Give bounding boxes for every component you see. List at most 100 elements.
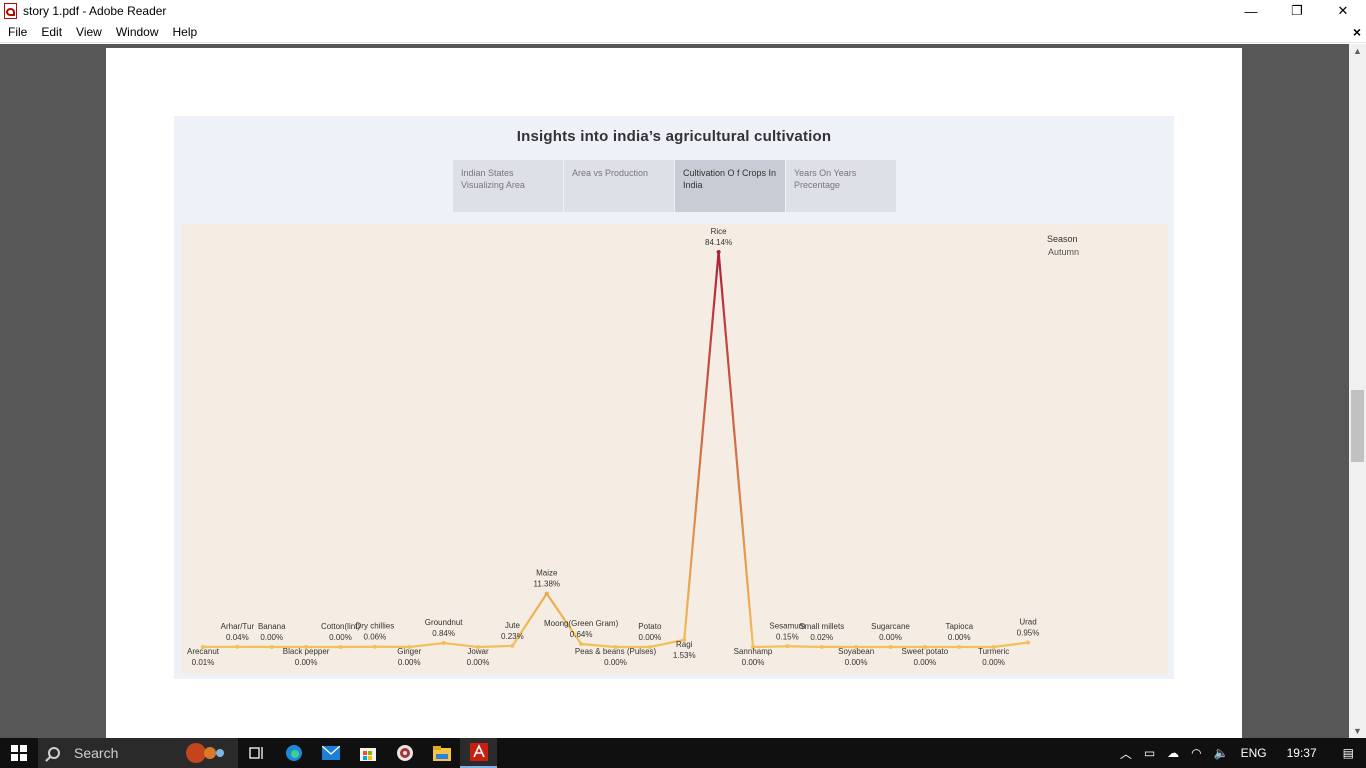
category-label: Small millets [799, 622, 844, 631]
cloud-icon[interactable]: ☁ [1161, 746, 1185, 760]
close-button[interactable]: ✕ [1320, 0, 1366, 22]
category-label: Urad [1019, 618, 1036, 627]
value-label: 1.53% [673, 651, 696, 660]
menu-help[interactable]: Help [167, 25, 204, 39]
category-label: Turmeric [978, 647, 1009, 656]
chevron-up-icon[interactable]: ︿ [1114, 745, 1138, 762]
value-label: 0.00% [260, 633, 283, 642]
taskbar-search[interactable]: Search [38, 738, 238, 768]
value-label: 0.00% [329, 633, 352, 642]
category-label: Soyabean [838, 647, 874, 656]
data-point[interactable] [338, 645, 343, 649]
data-point[interactable] [441, 641, 446, 646]
document-area[interactable]: Insights into india’s agricultural culti… [0, 44, 1349, 738]
season-filter-label: Season [1047, 234, 1078, 244]
tab-area-vs-production[interactable]: Area vs Production [564, 160, 674, 212]
menu-file[interactable]: File [2, 25, 33, 39]
story-tabs: Indian States Visualizing Area Area vs P… [453, 160, 897, 212]
edge-icon[interactable] [275, 738, 312, 768]
scroll-down-icon[interactable]: ▼ [1349, 726, 1366, 736]
chart-panel: Arecanut 0.01% Arhar/Tur 0.04% Banana 0.00% Bl… [181, 224, 1168, 674]
category-label: Banana [258, 622, 286, 631]
data-point[interactable] [579, 641, 584, 646]
value-label: 0.04% [226, 633, 249, 642]
tab-label: Indian States [461, 168, 514, 178]
data-point[interactable] [785, 644, 790, 649]
data-point[interactable] [544, 591, 549, 596]
category-label: Dry chillies [356, 622, 395, 631]
tab-indian-states[interactable]: Indian States Visualizing Area [453, 160, 563, 212]
acrobat-icon[interactable] [460, 738, 497, 768]
menu-edit[interactable]: Edit [35, 25, 68, 39]
battery-icon[interactable]: ▭ [1138, 746, 1161, 760]
wifi-icon[interactable]: ◠ [1185, 746, 1207, 760]
data-point[interactable] [1026, 640, 1030, 645]
notifications-icon[interactable]: ▤ [1331, 746, 1366, 760]
search-icon [48, 747, 60, 759]
category-label: Cotton(lint) [321, 622, 360, 631]
tab-years-on-years[interactable]: Years On Years Precentage [786, 160, 896, 212]
menu-view[interactable]: View [70, 25, 108, 39]
task-view-icon[interactable] [238, 738, 275, 768]
value-label: 0.00% [639, 633, 662, 642]
series-line-segment [683, 250, 720, 641]
value-label: 0.00% [914, 658, 937, 667]
value-label: 0.00% [467, 658, 490, 667]
data-point[interactable] [819, 644, 824, 649]
data-point[interactable] [647, 645, 652, 649]
restore-button[interactable]: ❐ [1274, 0, 1320, 22]
data-point[interactable] [235, 644, 240, 649]
value-label: 84.14% [705, 238, 732, 247]
category-label: Groundnut [425, 618, 464, 627]
data-point[interactable] [888, 645, 893, 649]
start-button[interactable] [0, 738, 38, 768]
category-label: Peas & beans (Pulses) [575, 647, 657, 656]
taskbar: Search ︿ ▭ ☁ ◠ 🔈 ENG 19:37 ▤ [0, 738, 1366, 768]
value-label: 0.15% [776, 632, 799, 641]
store-icon[interactable] [349, 738, 386, 768]
tab-label: Precentage [794, 180, 841, 190]
value-label: 0.00% [982, 658, 1005, 667]
vertical-scrollbar[interactable]: ▲ ▼ [1349, 44, 1366, 738]
data-point[interactable] [510, 643, 515, 648]
category-label: Ginger [397, 647, 421, 656]
language-indicator[interactable]: ENG [1235, 746, 1273, 760]
file-explorer-icon[interactable] [423, 738, 460, 768]
menu-bar: File Edit View Window Help × [0, 22, 1366, 43]
data-point[interactable] [716, 250, 721, 254]
data-point[interactable] [957, 645, 962, 649]
value-label: 0.00% [879, 633, 902, 642]
value-label: 0.00% [948, 633, 971, 642]
menu-window[interactable]: Window [110, 25, 165, 39]
dashboard-title: Insights into india’s agricultural culti… [516, 128, 832, 145]
value-label: 0.64% [570, 630, 593, 639]
tab-label: India [683, 180, 703, 190]
category-label: Arhar/Tur [221, 622, 255, 631]
tab-cultivation-of-crops[interactable]: Cultivation O f Crops In India [675, 160, 785, 212]
media-player-icon[interactable] [386, 738, 423, 768]
category-label: Black pepper [283, 647, 330, 656]
clock[interactable]: 19:37 [1273, 746, 1331, 760]
tab-label: Area vs Production [572, 168, 649, 178]
search-placeholder: Search [74, 745, 119, 761]
scroll-thumb[interactable] [1351, 390, 1364, 462]
close-document-button[interactable]: × [1353, 24, 1361, 40]
title-bar: story 1.pdf - Adobe Reader — ❐ ✕ [0, 0, 1366, 22]
value-label: 0.00% [845, 658, 868, 667]
dashboard: Insights into india’s agricultural culti… [174, 116, 1174, 679]
season-filter-value[interactable]: Autumn [1048, 247, 1079, 257]
category-label: Jowar [467, 647, 489, 656]
scroll-up-icon[interactable]: ▲ [1349, 46, 1366, 56]
category-label: Rice [711, 227, 728, 236]
category-label: Sweet potato [902, 647, 949, 656]
volume-icon[interactable]: 🔈 [1208, 746, 1235, 760]
data-point[interactable] [269, 645, 274, 649]
mail-icon[interactable] [312, 738, 349, 768]
value-label: 11.38% [533, 580, 560, 589]
data-point[interactable] [372, 644, 377, 649]
category-label: Jute [505, 621, 521, 630]
value-label: 0.23% [501, 632, 524, 641]
window-title: story 1.pdf - Adobe Reader [23, 4, 167, 18]
minimize-button[interactable]: — [1228, 0, 1274, 22]
window-controls: — ❐ ✕ [1228, 0, 1366, 22]
